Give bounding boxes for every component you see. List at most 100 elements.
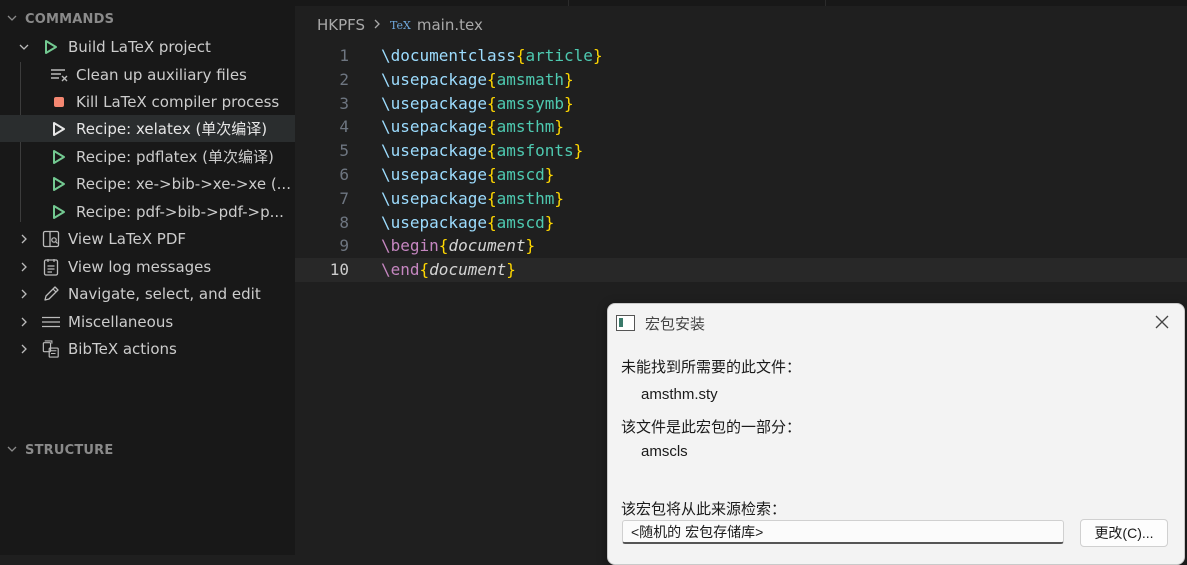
tree-item-recipe-xe-bib[interactable]: Recipe: xe->bib->xe->xe (... xyxy=(0,170,295,197)
chevron-right-icon xyxy=(373,18,381,33)
code-line[interactable]: 8 \usepackage{amscd} xyxy=(295,211,1187,235)
play-icon xyxy=(50,175,68,193)
tree-item-label: BibTeX actions xyxy=(68,339,177,358)
commands-section-header[interactable]: COMMANDS xyxy=(0,8,295,30)
tree-item-miscellaneous[interactable]: Miscellaneous xyxy=(0,308,295,335)
open-preview-icon xyxy=(42,230,60,248)
tree-item-label: Clean up auxiliary files xyxy=(76,65,247,84)
line-number: 5 xyxy=(339,141,349,161)
commands-header-label: COMMANDS xyxy=(25,11,115,27)
play-icon xyxy=(50,148,68,166)
tree-item-bibtex-actions[interactable]: BibTeX actions xyxy=(0,335,295,362)
tree-item-view-latex-pdf[interactable]: View LaTeX PDF xyxy=(0,225,295,252)
code-line-current[interactable]: 10 \end{document} xyxy=(295,258,1187,282)
tree-item-label: Build LaTeX project xyxy=(68,37,211,56)
chevron-right-icon[interactable] xyxy=(16,344,32,354)
code-argument: amsthm xyxy=(496,117,555,137)
tree-item-kill-latex-compiler[interactable]: Kill LaTeX compiler process xyxy=(0,88,295,115)
package-label: 该文件是此宏包的一部分： xyxy=(621,419,802,436)
line-number: 7 xyxy=(339,188,349,208)
code-line[interactable]: 7 \usepackage{amsthm} xyxy=(295,187,1187,211)
chevron-right-icon[interactable] xyxy=(16,317,32,327)
code-line[interactable]: 3 \usepackage{amssymb} xyxy=(295,92,1187,116)
breadcrumb-file[interactable]: main.tex xyxy=(417,16,483,34)
menu-icon xyxy=(42,313,60,331)
code-argument: amscd xyxy=(496,212,545,232)
app-window-icon xyxy=(616,315,635,331)
line-number: 2 xyxy=(339,69,349,89)
play-icon xyxy=(50,203,68,221)
structure-section-header[interactable]: STRUCTURE xyxy=(0,439,295,461)
code-editor[interactable]: 1 \documentclass{article} 2 \usepackage{am… xyxy=(295,44,1187,282)
structure-header-label: STRUCTURE xyxy=(25,442,114,458)
tree-item-navigate-select-edit[interactable]: Navigate, select, and edit xyxy=(0,280,295,307)
tab-separator xyxy=(568,0,569,6)
tree-item-label: View LaTeX PDF xyxy=(68,229,187,248)
code-line[interactable]: 2 \usepackage{amsmath} xyxy=(295,68,1187,92)
tex-file-icon: TeX xyxy=(390,18,411,32)
code-command: \usepackage xyxy=(381,69,487,89)
tree-item-label: Recipe: pdflatex (单次编译) xyxy=(76,148,274,166)
code-line[interactable]: 6 \usepackage{amscd} xyxy=(295,163,1187,187)
tree-item-label: Miscellaneous xyxy=(68,312,174,331)
code-argument: document xyxy=(429,260,507,280)
chevron-right-icon[interactable] xyxy=(16,234,32,244)
line-number: 4 xyxy=(339,117,349,137)
missing-file-name: amsthm.sty xyxy=(641,386,718,403)
code-command: \begin xyxy=(381,236,439,256)
close-icon[interactable] xyxy=(1150,310,1174,334)
code-argument: amsmath xyxy=(496,69,565,89)
tree-item-recipe-xelatex[interactable]: Recipe: xelatex (单次编译) xyxy=(0,115,295,142)
source-label: 该宏包将从此来源检索： xyxy=(621,501,787,518)
tree-item-recipe-pdflatex[interactable]: Recipe: pdflatex (单次编译) xyxy=(0,143,295,170)
code-line[interactable]: 5 \usepackage{amsfonts} xyxy=(295,139,1187,163)
line-number: 10 xyxy=(329,260,349,280)
code-command: \usepackage xyxy=(381,117,487,137)
tree-item-label: Recipe: pdf->bib->pdf->p... xyxy=(76,202,284,221)
chevron-down-icon xyxy=(7,443,21,457)
breadcrumb-folder[interactable]: HKPFS xyxy=(317,16,365,34)
code-command: \end xyxy=(381,260,420,280)
code-line[interactable]: 4 \usepackage{amsthm} xyxy=(295,115,1187,139)
output-icon xyxy=(42,258,60,276)
tree-item-build-latex-project[interactable]: Build LaTeX project xyxy=(0,33,295,60)
chevron-down-icon[interactable] xyxy=(16,42,32,52)
code-command: \usepackage xyxy=(381,212,487,232)
clear-all-icon xyxy=(50,66,68,84)
breadcrumb: HKPFS TeX main.tex xyxy=(317,14,483,36)
code-argument: amsfonts xyxy=(496,141,574,161)
tree-item-label: Kill LaTeX compiler process xyxy=(76,92,280,111)
line-number: 6 xyxy=(339,164,349,184)
chevron-right-icon[interactable] xyxy=(16,262,32,272)
code-argument: amsthm xyxy=(496,188,555,208)
line-number: 1 xyxy=(339,46,349,65)
code-command: \usepackage xyxy=(381,93,487,113)
line-number: 9 xyxy=(339,236,349,256)
source-field[interactable]: <随机的 宏包存储库> xyxy=(622,520,1064,544)
dialog-titlebar[interactable]: 宏包安装 xyxy=(616,312,705,334)
play-outline-icon xyxy=(50,120,68,138)
dialog-title: 宏包安装 xyxy=(645,315,706,333)
source-field-value: <随机的 宏包存储库> xyxy=(631,523,764,540)
tree-item-label: Recipe: xelatex (单次编译) xyxy=(76,120,268,138)
chevron-down-icon xyxy=(7,12,21,26)
code-command: \usepackage xyxy=(381,188,487,208)
tree-item-view-log-messages[interactable]: View log messages xyxy=(0,253,295,280)
line-number: 3 xyxy=(339,93,349,113)
tree-item-clean-up-auxiliary-files[interactable]: Clean up auxiliary files xyxy=(0,61,295,88)
code-argument: amscd xyxy=(496,164,545,184)
code-line[interactable]: 1 \documentclass{article} xyxy=(295,44,1187,68)
code-argument: document xyxy=(448,236,526,256)
change-button[interactable]: 更改(C)... xyxy=(1080,519,1168,547)
tab-strip xyxy=(295,0,1187,6)
code-command: \usepackage xyxy=(381,164,487,184)
references-icon xyxy=(42,339,60,358)
code-argument: amssymb xyxy=(496,93,565,113)
code-line[interactable]: 9 \begin{document} xyxy=(295,234,1187,258)
edit-icon xyxy=(42,285,60,303)
stop-icon xyxy=(50,93,68,111)
tree-item-recipe-pdf-bib[interactable]: Recipe: pdf->bib->pdf->p... xyxy=(0,198,295,225)
play-icon xyxy=(42,38,60,56)
chevron-right-icon[interactable] xyxy=(16,289,32,299)
code-command: \documentclass xyxy=(381,46,516,65)
